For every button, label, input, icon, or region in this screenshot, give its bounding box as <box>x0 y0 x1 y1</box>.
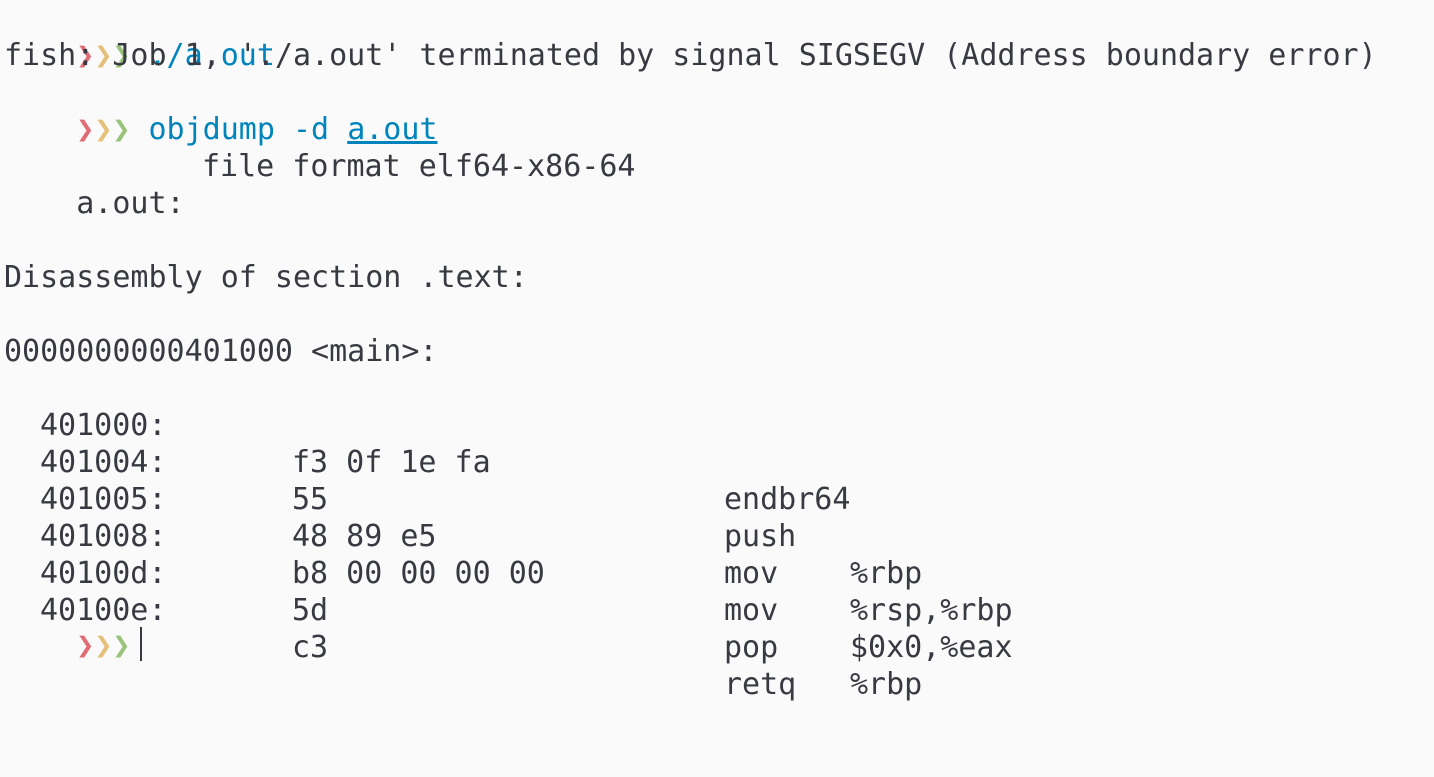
file-format-label: a.out: <box>76 186 185 221</box>
instruction-bytes: 48 89 e5 <box>292 519 437 554</box>
prompt-arrow-yellow-icon: ❯ <box>94 112 113 147</box>
disassembly-row: 401004: 55 push %rbp <box>4 407 922 591</box>
instruction-bytes: f3 0f 1e fa <box>292 445 491 480</box>
prompt-arrow-red-icon: ❯ <box>76 112 95 147</box>
prompt-line-1: ❯❯❯ ./a.out <box>4 0 275 73</box>
prompt-arrow-red-icon: ❯ <box>76 628 95 663</box>
file-format-line: a.out: <box>4 148 184 221</box>
prompt-arrow-green-icon: ❯ <box>112 112 131 147</box>
prompt-arrows: ❯❯❯ <box>76 112 130 147</box>
prompt-line-current[interactable]: ❯❯❯ <box>4 590 143 663</box>
instruction-mnemonic: retq <box>724 667 797 702</box>
instruction-bytes: 55 <box>292 482 329 517</box>
instruction-operands: $0x0,%eax <box>850 630 1013 665</box>
disassembly-row: 401000: f3 0f 1e fa endbr64 <box>4 370 850 517</box>
instruction-operands: %rbp <box>850 556 923 591</box>
instruction-bytes: b8 00 00 00 00 <box>292 556 545 591</box>
command-objdump: objdump -d <box>148 112 330 147</box>
file-format-value: file format elf64-x86-64 <box>202 149 636 184</box>
instruction-mnemonic: push <box>724 519 797 554</box>
section-header: Disassembly of section .text: <box>4 260 528 295</box>
instruction-bytes: c3 <box>292 630 329 665</box>
prompt-arrow-green-icon: ❯ <box>112 628 131 663</box>
function-symbol: 0000000000401000 <main>: <box>4 334 438 369</box>
prompt-arrows: ❯❯❯ <box>76 628 130 663</box>
instruction-mnemonic: mov <box>724 593 779 628</box>
disassembly-row: 40100e: c3 retq <box>4 555 796 702</box>
instruction-mnemonic: endbr64 <box>724 482 851 517</box>
instruction-mnemonic: pop <box>724 630 779 665</box>
command-file-argument[interactable]: a.out <box>347 112 437 147</box>
prompt-arrow-yellow-icon: ❯ <box>94 628 113 663</box>
text-cursor[interactable] <box>140 627 143 661</box>
instruction-operands: %rbp <box>850 667 923 702</box>
instruction-operands: %rsp,%rbp <box>850 593 1013 628</box>
error-message: fish: Job 1, './a.out' terminated by sig… <box>4 38 1377 73</box>
instruction-bytes: 5d <box>292 593 329 628</box>
instruction-mnemonic: mov <box>724 556 779 591</box>
prompt-line-2: ❯❯❯ objdump -d a.out <box>4 74 437 147</box>
disassembly-row: 401008: b8 00 00 00 00 mov $0x0,%eax <box>4 481 1013 665</box>
disassembly-row: 401005: 48 89 e5 mov %rsp,%rbp <box>4 444 1013 628</box>
terminal-window[interactable]: ❯❯❯ ./a.out fish: Job 1, './a.out' termi… <box>0 0 1434 702</box>
disassembly-row: 40100d: 5d pop %rbp <box>4 518 922 702</box>
